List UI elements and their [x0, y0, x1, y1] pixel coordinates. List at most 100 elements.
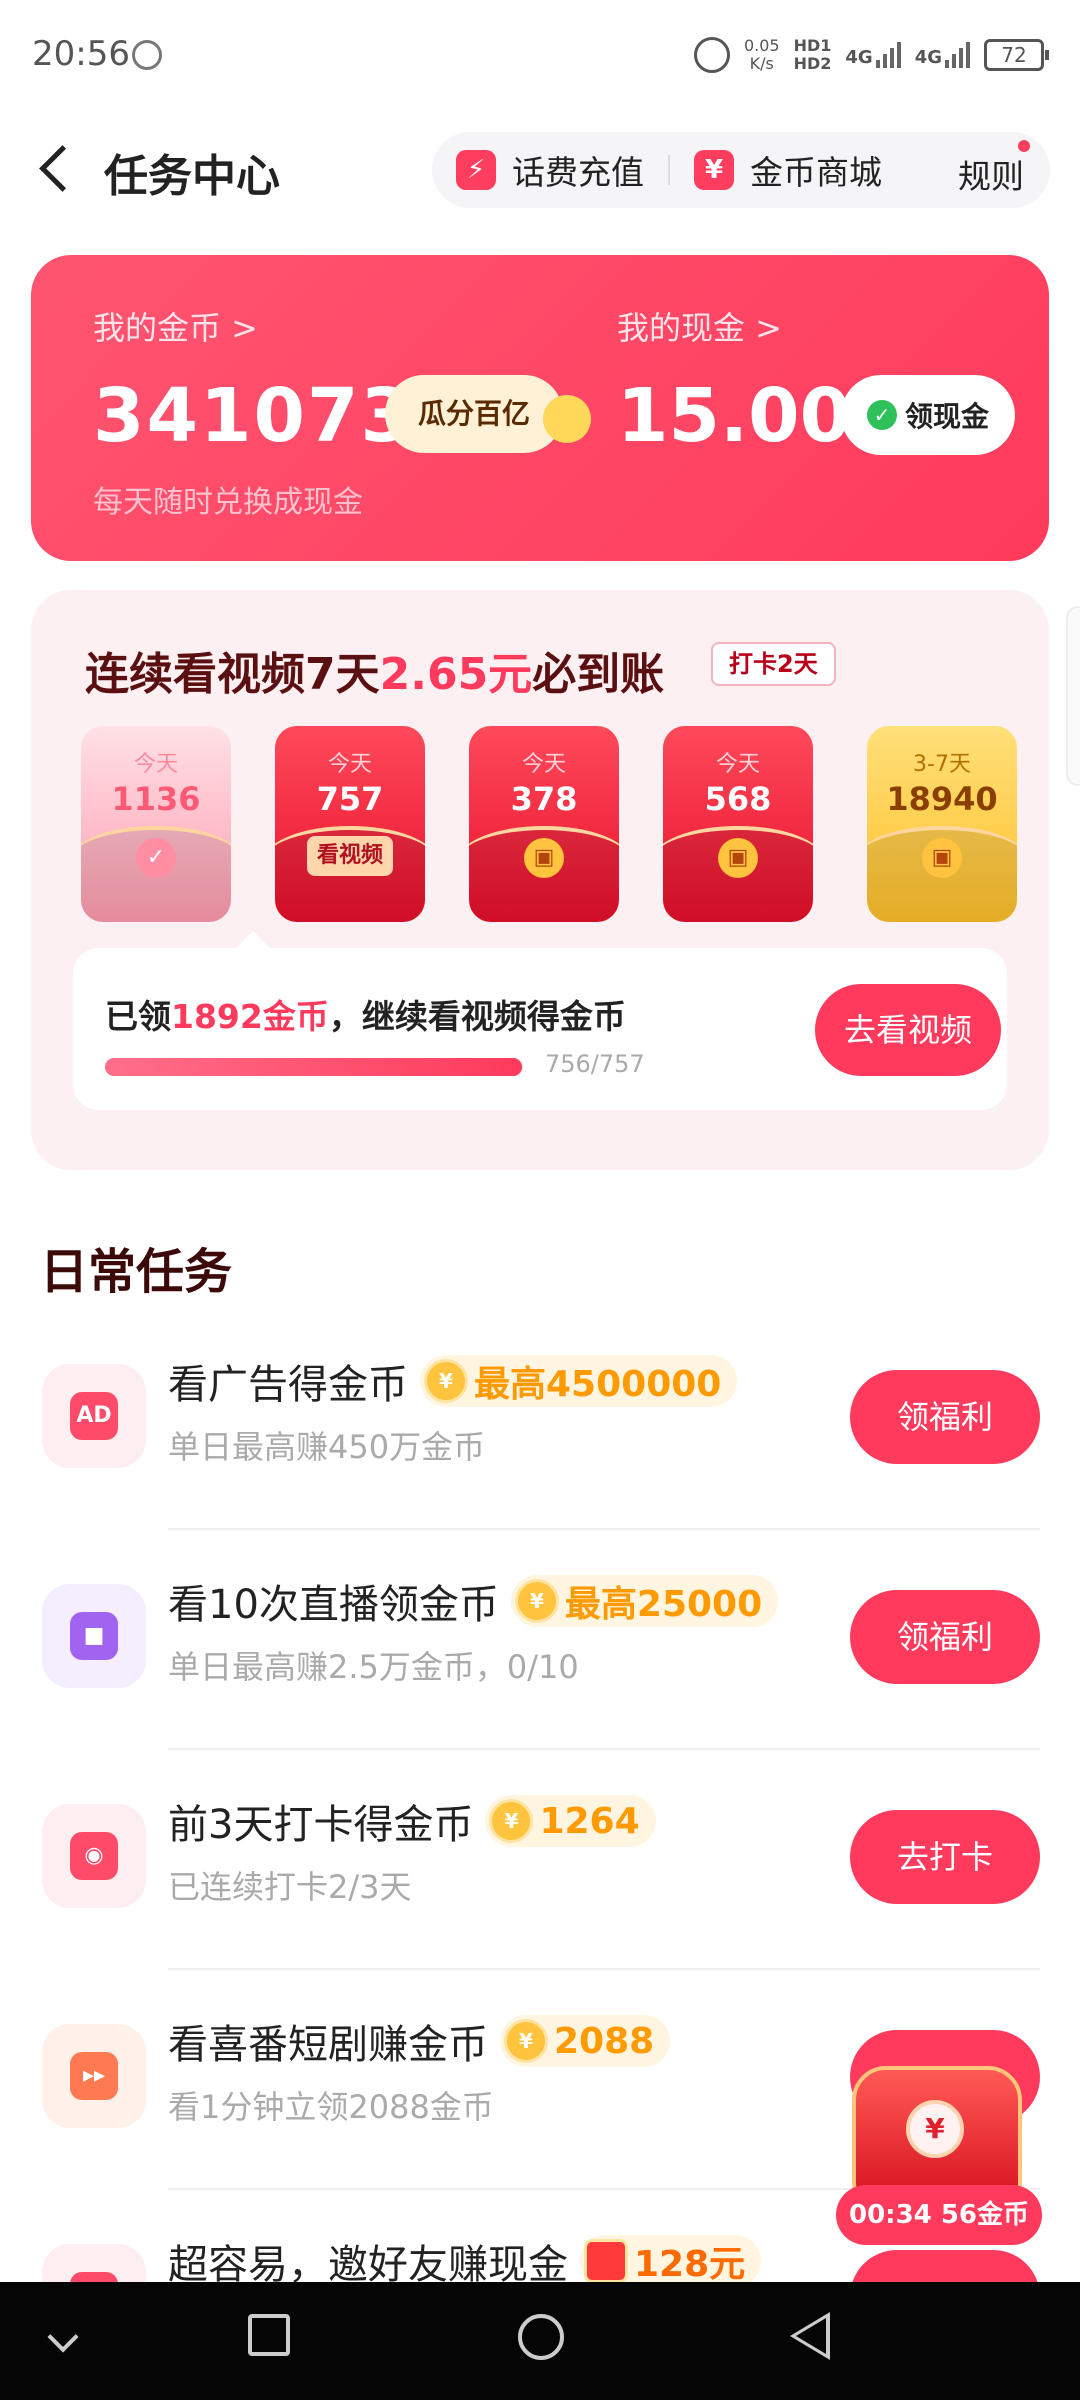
reward-value: 2088	[554, 2020, 655, 2062]
claim-reward-button[interactable]: 领福利	[850, 1590, 1040, 1684]
coin-icon: ¥	[504, 2019, 548, 2063]
drama-icon: ▸▸	[42, 2024, 146, 2128]
net1-label: 4G	[845, 47, 873, 68]
red-packet-icon	[584, 2239, 628, 2283]
progress-post: ，继续看视频得金币	[328, 997, 626, 1036]
envelope-day-1[interactable]: 今天 1136 ✓	[81, 726, 231, 922]
alarm-icon	[693, 37, 730, 73]
task-name: 前3天打卡得金币 ¥1264	[168, 1792, 656, 1850]
status-icons: 0.05 K/s HD1 HD2 4G 4G 72	[693, 30, 1049, 80]
recents-icon[interactable]	[248, 2314, 290, 2356]
claim-reward-button[interactable]: 领福利	[850, 1370, 1040, 1464]
task-title: 看10次直播领金币	[168, 1582, 499, 1628]
envelope-label: 今天	[521, 752, 566, 777]
home-icon[interactable]	[518, 2314, 564, 2360]
task-subtitle: 单日最高赚450万金币	[168, 1428, 486, 1466]
recharge-label: 话费充值	[512, 153, 644, 192]
status-bar: 20:56 0.05 K/s HD1 HD2 4G 4G 72	[0, 0, 1080, 110]
envelope-value: 18940	[886, 780, 998, 818]
task-reward: 128元	[580, 2235, 762, 2287]
envelope-value: 757	[316, 780, 384, 818]
coins-amount: 341073	[93, 373, 414, 459]
recharge-button[interactable]: ⚡ 话费充值	[456, 146, 644, 194]
envelope-value: 378	[510, 780, 578, 818]
envelope-day-3-7[interactable]: 3-7天 18940 ▣	[867, 726, 1017, 922]
envelope-day-3[interactable]: 今天 378 ▣	[469, 726, 619, 922]
ad-icon: AD	[42, 1364, 146, 1468]
envelope-label: 今天	[715, 752, 760, 777]
chest-countdown[interactable]: 00:34 56金币	[836, 2185, 1042, 2245]
back-nav-icon[interactable]	[790, 2312, 830, 2360]
streak-title-post: 必到账	[532, 649, 665, 700]
lightning-icon: ⚡	[456, 150, 496, 190]
signal-1: 4G	[845, 42, 901, 68]
calendar-icon: ◉	[70, 1832, 118, 1880]
net-speed-value: 0.05	[743, 36, 780, 55]
envelope-value: 1136	[111, 780, 201, 818]
notification-dot	[1018, 140, 1030, 152]
task-name: 看喜番短剧赚金币 ¥2088	[168, 2012, 671, 2070]
battery-icon: 72	[984, 39, 1049, 71]
reward-value: 最高25000	[564, 1584, 763, 1625]
reward-value: 128元	[634, 2244, 746, 2285]
task-title: 看广告得金币	[168, 1362, 408, 1408]
guafen-badge[interactable]: 瓜分百亿	[385, 375, 563, 453]
watch-video-button[interactable]: 去看视频	[815, 984, 1001, 1076]
play-icon: ▸▸	[70, 2052, 118, 2100]
task-reward: ¥1264	[485, 1795, 656, 1847]
mall-button[interactable]: ¥ 金币商城	[694, 146, 882, 194]
progress-pre: 已领	[105, 997, 171, 1036]
hd-indicator: HD1 HD2	[794, 37, 832, 73]
streak-title-amount: 2.65元	[379, 649, 533, 700]
cash-amount: 15.00	[617, 373, 852, 459]
task-title: 前3天打卡得金币	[168, 1802, 474, 1848]
task-reward: ¥ 最高4500000	[420, 1355, 738, 1407]
system-nav-bar	[0, 2282, 1080, 2400]
task-name: 看10次直播领金币 ¥ 最高25000	[168, 1572, 779, 1630]
rules-button[interactable]: 规则	[958, 150, 1024, 198]
streak-card: 连续看视频7天2.65元必到账 打卡2天 今天 1136 ✓ 今天 757 看视…	[31, 590, 1049, 1170]
wallet-subtitle: 每天随时兑换成现金	[93, 485, 363, 520]
lock-icon: ▣	[718, 838, 758, 878]
page-title: 任务中心	[104, 151, 280, 202]
task-row: AD 看广告得金币 ¥ 最高4500000 单日最高赚450万金币 领福利	[0, 1310, 1080, 1530]
progress-bar-fill	[105, 1058, 523, 1076]
withdraw-cash-label: 领现金	[904, 400, 989, 433]
reward-value: 1264	[539, 1800, 640, 1842]
check-icon: ✓	[136, 838, 176, 878]
task-subtitle: 已连续打卡2/3天	[168, 1868, 412, 1906]
envelope-day-2[interactable]: 今天 757 看视频	[275, 726, 425, 922]
wechat-icon: ✓	[866, 400, 897, 430]
withdraw-cash-button[interactable]: ✓ 领现金	[841, 375, 1015, 455]
watch-video-tag: 看视频	[307, 836, 393, 876]
streak-badge: 打卡2天	[711, 642, 836, 686]
streak-title-pre: 连续看视频7天	[85, 649, 380, 700]
hd1-label: HD1	[793, 36, 832, 55]
signal-2: 4G	[915, 42, 970, 68]
task-name: 看广告得金币 ¥ 最高4500000	[168, 1352, 738, 1410]
envelope-label: 3-7天	[913, 752, 971, 777]
net-speed-unit: K/s	[749, 54, 774, 73]
checkin-icon: ◉	[42, 1804, 146, 1908]
task-reward: ¥2088	[500, 2015, 671, 2067]
status-time: 20:56	[32, 34, 130, 74]
streak-title: 连续看视频7天2.65元必到账	[85, 638, 664, 702]
mall-label: 金币商城	[750, 153, 882, 192]
back-icon[interactable]	[34, 142, 74, 198]
my-cash-link[interactable]: 我的现金 >	[617, 303, 782, 349]
envelope-day-4[interactable]: 今天 568 ▣	[663, 726, 813, 922]
progress-text: 已领1892金币，继续看视频得金币	[105, 990, 626, 1038]
task-subtitle: 单日最高赚2.5万金币，0/10	[168, 1648, 579, 1686]
signal-bars-icon	[945, 42, 970, 68]
chevron-down-icon[interactable]	[47, 2321, 79, 2353]
progress-card: 已领1892金币，继续看视频得金币 756/757 去看视频	[73, 948, 1007, 1110]
coin-icon	[543, 395, 591, 443]
my-coins-link[interactable]: 我的金币 >	[93, 303, 258, 349]
checkin-button[interactable]: 去打卡	[850, 1810, 1040, 1904]
chest-coins: 56金币	[940, 2200, 1029, 2230]
side-tab[interactable]	[1066, 606, 1080, 786]
reward-value: 最高4500000	[474, 1364, 722, 1405]
coin-icon: ¥	[514, 1579, 559, 1623]
divider	[668, 155, 670, 185]
envelope-value: 568	[704, 780, 772, 818]
